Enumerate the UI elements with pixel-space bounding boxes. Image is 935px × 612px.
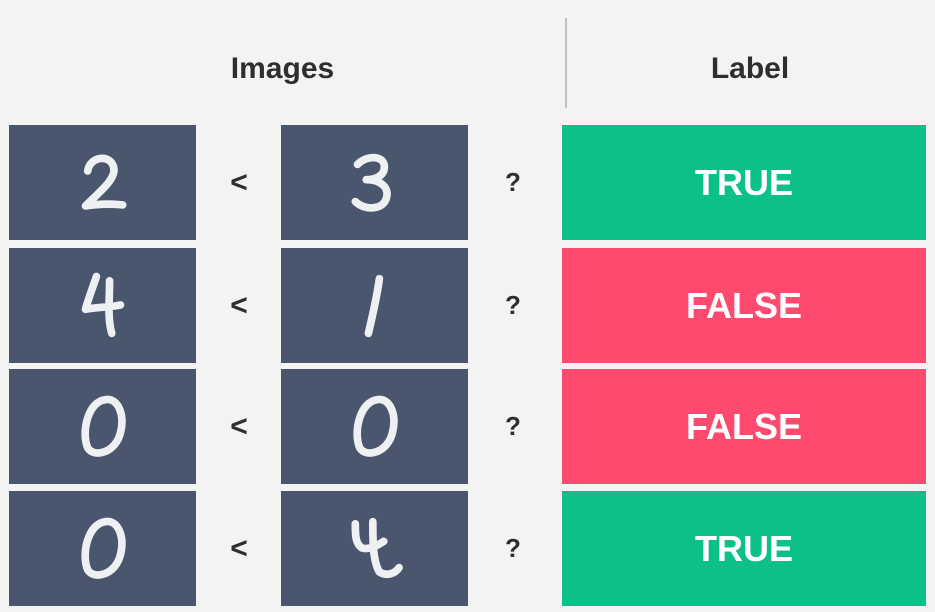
images-column-header: Images [230,52,335,85]
right-image-tile [281,125,468,240]
handwritten-digit-0 [80,517,126,579]
right-image-tile [281,491,468,606]
left-image-tile [9,369,196,484]
label-badge-false: FALSE [562,248,926,363]
right-image-tile [281,369,468,484]
handwritten-digit-1 [364,274,383,337]
less-than-operator: < [230,409,248,443]
label-column-header: Label [710,52,790,85]
handwritten-digit-4 [350,517,403,578]
handwritten-digit-0 [352,395,398,457]
label-badge-true: TRUE [562,491,926,606]
left-image-tile [9,125,196,240]
right-image-tile [281,248,468,363]
handwritten-digit-2 [81,154,127,210]
handwritten-digit-4 [81,272,124,337]
question-mark: ? [505,411,521,441]
label-badge-false: FALSE [562,369,926,484]
label-badge-true: TRUE [562,125,926,240]
less-than-operator: < [230,531,248,565]
less-than-operator: < [230,165,248,199]
handwritten-digit-3 [350,153,391,212]
question-mark: ? [505,533,521,563]
less-than-operator: < [230,288,248,322]
left-image-tile [9,491,196,606]
handwritten-digit-0 [80,395,126,457]
question-mark: ? [505,290,521,320]
left-image-tile [9,248,196,363]
question-mark: ? [505,167,521,197]
